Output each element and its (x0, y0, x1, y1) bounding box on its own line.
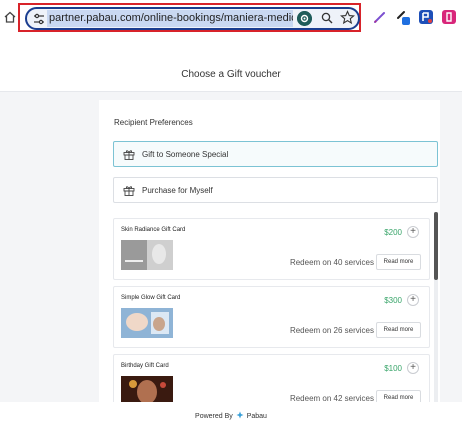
option-purchase-for-myself[interactable]: Purchase for Myself (113, 177, 438, 203)
redeem-text: Redeem on 40 services (289, 258, 374, 267)
card-price: $100 (384, 364, 402, 373)
scrollbar-thumb[interactable] (434, 212, 438, 280)
card-name: Simple Glow Gift Card (121, 295, 181, 301)
address-bar[interactable]: partner.pabau.com/online-bookings/manier… (25, 7, 360, 30)
gift-card[interactable]: Skin Radiance Gift Card $200 + Redeem on… (113, 218, 430, 280)
powered-by: Powered By Pabau (0, 411, 462, 420)
brush-extension-icon[interactable] (395, 9, 411, 25)
cards-scrollbar[interactable] (434, 212, 438, 402)
card-name: Birthday Gift Card (121, 363, 169, 369)
gift-icon (123, 150, 135, 160)
pink-extension-icon[interactable] (441, 9, 457, 25)
option-label: Gift to Someone Special (142, 150, 229, 159)
option-gift-to-someone[interactable]: Gift to Someone Special (113, 141, 438, 167)
option-label: Purchase for Myself (142, 186, 213, 195)
read-more-button[interactable]: Read more (376, 254, 421, 270)
read-more-button[interactable]: Read more (376, 322, 421, 338)
pen-extension-icon[interactable] (372, 9, 388, 25)
add-button[interactable]: + (407, 294, 419, 306)
add-button[interactable]: + (407, 226, 419, 238)
gift-card[interactable]: Simple Glow Gift Card $300 + Redeem on 2… (113, 286, 430, 348)
gift-icon (123, 186, 135, 196)
home-icon[interactable] (3, 10, 17, 24)
card-price: $200 (384, 228, 402, 237)
add-button[interactable]: + (407, 362, 419, 374)
bookmark-star-icon[interactable] (340, 10, 355, 25)
redeem-text: Redeem on 26 services (289, 326, 374, 335)
zoom-icon[interactable] (320, 11, 334, 25)
card-thumbnail-image (121, 308, 173, 338)
url-text[interactable]: partner.pabau.com/online-bookings/manier… (47, 10, 293, 27)
card-price: $300 (384, 296, 402, 305)
brand-name: Pabau (246, 413, 267, 420)
google-lens-icon[interactable] (297, 11, 312, 26)
blue-extension-icon[interactable] (418, 9, 434, 25)
site-settings-icon[interactable] (32, 12, 46, 26)
section-title: Recipient Preferences (114, 118, 193, 127)
powered-by-label: Powered By (195, 413, 233, 420)
card-name: Skin Radiance Gift Card (121, 227, 186, 233)
page-title: Choose a Gift voucher (181, 69, 281, 80)
pabau-logo-icon (236, 411, 244, 419)
page-header (0, 36, 462, 91)
card-thumbnail-image (121, 240, 173, 270)
browser-toolbar: partner.pabau.com/online-bookings/manier… (0, 0, 462, 36)
